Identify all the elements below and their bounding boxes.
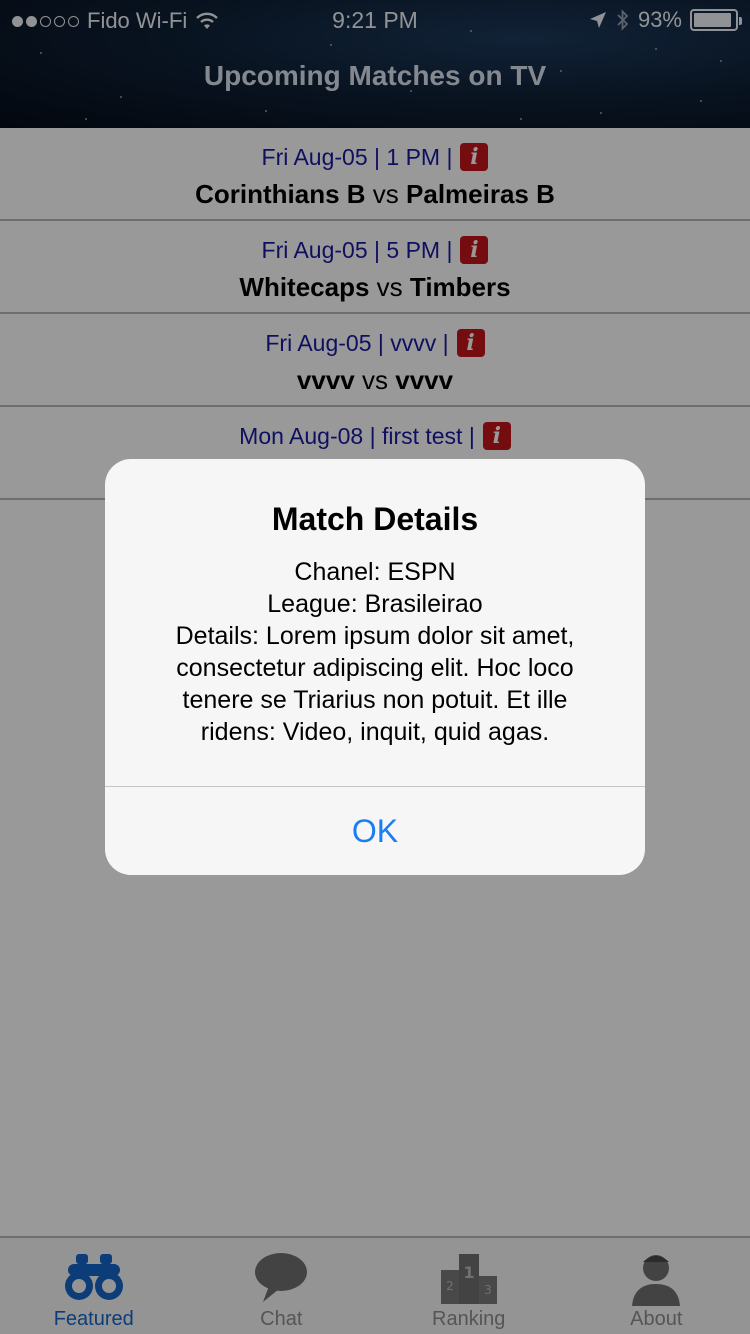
alert-line-details: tenere se Triarius non potuit. Et ille — [182, 686, 568, 714]
alert-line-details: Details: Lorem ipsum dolor sit amet, — [175, 622, 575, 650]
alert-line-channel: Chanel: ESPN — [294, 558, 456, 586]
ok-button[interactable]: OK — [105, 787, 645, 875]
alert-message: Chanel: ESPN League: Brasileirao Details… — [105, 556, 645, 748]
app-screen: Fido Wi-Fi 9:21 PM 93% Upcoming Matches … — [0, 0, 750, 1334]
alert-line-league: League: Brasileirao — [267, 590, 483, 618]
match-details-alert: Match Details Chanel: ESPN League: Brasi… — [105, 459, 645, 875]
alert-title: Match Details — [271, 501, 479, 537]
alert-line-details: ridens: Video, inquit, quid agas. — [200, 718, 550, 746]
alert-line-details: consectetur adipiscing elit. Hoc loco — [176, 654, 574, 682]
